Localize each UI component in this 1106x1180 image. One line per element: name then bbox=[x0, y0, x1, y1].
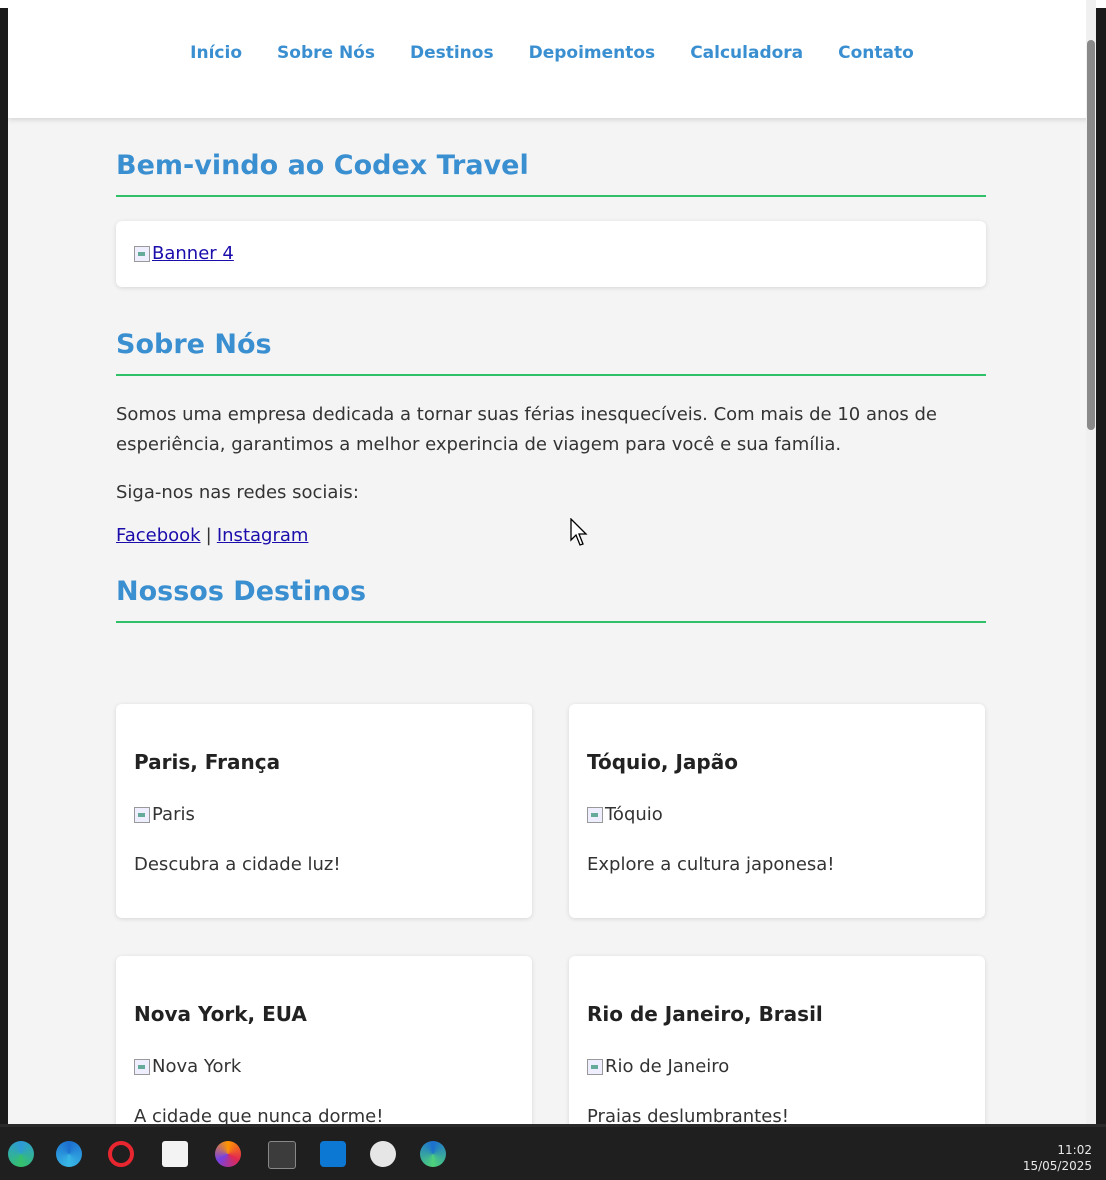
main-navbar: Início Sobre Nós Destinos Depoimentos Ca… bbox=[8, 0, 1096, 118]
destination-card: Tóquio, Japão Tóquio Explore a cultura j… bbox=[569, 704, 985, 918]
main-content: Bem-vindo ao Codex Travel Banner 4 Sobre… bbox=[116, 150, 986, 623]
banner-link[interactable]: Banner 4 bbox=[134, 243, 234, 264]
vscode-icon[interactable] bbox=[320, 1141, 346, 1167]
image-alt-text: Paris bbox=[152, 804, 195, 825]
destination-name: Nova York, EUA bbox=[134, 1002, 307, 1026]
destination-image: Tóquio bbox=[587, 804, 663, 825]
nav-depoimentos[interactable]: Depoimentos bbox=[529, 43, 656, 63]
image-alt-text: Tóquio bbox=[605, 804, 663, 825]
edge-dev-icon[interactable] bbox=[8, 1141, 34, 1167]
destination-image: Rio de Janeiro bbox=[587, 1056, 729, 1077]
vertical-scrollbar[interactable] bbox=[1086, 0, 1096, 1124]
scrollbar-thumb[interactable] bbox=[1087, 40, 1095, 430]
file-explorer-icon[interactable] bbox=[162, 1141, 188, 1167]
destination-card: Nova York, EUA Nova York A cidade que nu… bbox=[116, 956, 532, 1124]
destination-card: Paris, França Paris Descubra a cidade lu… bbox=[116, 704, 532, 918]
nav-calculadora[interactable]: Calculadora bbox=[690, 43, 803, 63]
broken-image-icon bbox=[587, 806, 603, 823]
destination-card: Rio de Janeiro, Brasil Rio de Janeiro Pr… bbox=[569, 956, 985, 1124]
destination-description: Praias deslumbrantes! bbox=[587, 1106, 789, 1124]
nav-inicio[interactable]: Início bbox=[190, 43, 242, 63]
image-alt-text: Rio de Janeiro bbox=[605, 1056, 730, 1077]
edge-icon[interactable] bbox=[420, 1141, 446, 1167]
broken-image-icon bbox=[134, 245, 150, 262]
link-separator: | bbox=[205, 525, 212, 546]
social-prompt: Siga-nos nas redes sociais: bbox=[116, 482, 359, 503]
destination-description: Explore a cultura japonesa! bbox=[587, 854, 835, 875]
edge-beta-icon[interactable] bbox=[56, 1141, 82, 1167]
image-alt-text: Nova York bbox=[152, 1056, 242, 1077]
destination-name: Tóquio, Japão bbox=[587, 750, 738, 774]
system-clock[interactable]: 11:02 15/05/2025 bbox=[1023, 1142, 1092, 1174]
opera-icon[interactable] bbox=[108, 1141, 134, 1167]
destination-name: Rio de Janeiro, Brasil bbox=[587, 1002, 823, 1026]
broken-image-icon bbox=[587, 1058, 603, 1075]
destinations-heading: Nossos Destinos bbox=[116, 576, 986, 623]
broken-image-icon bbox=[134, 806, 150, 823]
terminal-icon[interactable] bbox=[268, 1141, 296, 1169]
destination-image: Nova York bbox=[134, 1056, 241, 1077]
clock-date: 15/05/2025 bbox=[1022, 1159, 1092, 1173]
banner-container: Banner 4 bbox=[116, 221, 986, 287]
mouse-pointer-icon bbox=[570, 518, 588, 546]
browser-viewport: Início Sobre Nós Destinos Depoimentos Ca… bbox=[8, 0, 1096, 1124]
broken-image-icon bbox=[134, 1058, 150, 1075]
destination-description: Descubra a cidade luz! bbox=[134, 854, 341, 875]
destination-name: Paris, França bbox=[134, 750, 281, 774]
nav-sobre-nos[interactable]: Sobre Nós bbox=[277, 43, 375, 63]
instagram-link[interactable]: Instagram bbox=[217, 525, 309, 546]
social-links: Facebook | Instagram bbox=[116, 525, 986, 546]
nav-contato[interactable]: Contato bbox=[838, 43, 914, 63]
welcome-heading: Bem-vindo ao Codex Travel bbox=[116, 150, 986, 197]
destination-image: Paris bbox=[134, 804, 195, 825]
os-taskbar: 11:02 15/05/2025 bbox=[0, 1124, 1106, 1180]
about-heading: Sobre Nós bbox=[116, 329, 986, 376]
about-text: Somos uma empresa dedicada a tornar suas… bbox=[116, 404, 937, 455]
nav-destinos[interactable]: Destinos bbox=[410, 43, 494, 63]
firefox-icon[interactable] bbox=[215, 1141, 241, 1167]
banner-alt-text: Banner 4 bbox=[152, 243, 234, 264]
facebook-link[interactable]: Facebook bbox=[116, 525, 201, 546]
destination-description: A cidade que nunca dorme! bbox=[134, 1106, 384, 1124]
cypress-icon[interactable] bbox=[370, 1141, 396, 1167]
clock-time: 11:02 bbox=[1057, 1143, 1092, 1157]
